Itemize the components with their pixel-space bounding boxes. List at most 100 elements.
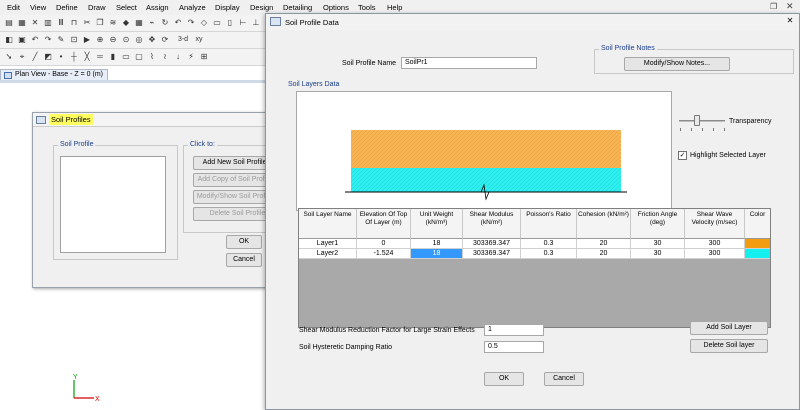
link-icon[interactable]: ⌁ (147, 18, 157, 28)
lock-icon[interactable]: ⊡ (69, 35, 79, 45)
zoom-out-icon[interactable]: ⊖ (108, 35, 118, 45)
ruler-icon[interactable]: ⊥ (251, 18, 261, 28)
cell-layer2-name[interactable]: Layer2 (299, 249, 357, 259)
deselect-icon[interactable]: ▯ (225, 18, 235, 28)
pencil-icon[interactable]: ✎ (56, 35, 66, 45)
measure-icon[interactable]: ⊢ (238, 18, 248, 28)
draw-wall-icon[interactable]: ▮ (108, 52, 118, 62)
cell-layer2-cohesion[interactable]: 20 (577, 249, 631, 259)
draw-area-icon[interactable]: ◩ (43, 52, 53, 62)
bars-icon[interactable]: Ⅲ (56, 18, 66, 28)
zoom-prev-icon[interactable]: ◎ (134, 35, 144, 45)
cancel-button[interactable]: Cancel (226, 253, 262, 267)
transparency-slider-thumb[interactable] (694, 115, 700, 126)
node-icon[interactable]: ◆ (121, 18, 131, 28)
delete-soil-layer-button[interactable]: Delete Soil layer (690, 339, 768, 353)
data-cancel-button[interactable]: Cancel (544, 372, 584, 386)
cell-layer1-poisson[interactable]: 0.3 (521, 239, 577, 249)
menu-tools[interactable]: Tools (358, 3, 376, 12)
close-icon[interactable]: ✕ (30, 18, 40, 28)
open-folder-icon[interactable]: ◧ (4, 35, 14, 45)
menu-display[interactable]: Display (215, 3, 240, 12)
highlight-checkbox[interactable]: ✓ (678, 151, 687, 160)
draw-brace-icon[interactable]: ╳ (82, 52, 92, 62)
add-soil-layer-button[interactable]: Add Soil Layer (690, 321, 768, 335)
cell-layer1-friction[interactable]: 30 (631, 239, 685, 249)
draw-beam-icon[interactable]: ═ (95, 52, 105, 62)
snap-icon[interactable]: ⌖ (17, 52, 27, 62)
cell-layer1-color-swatch[interactable] (745, 239, 770, 249)
menu-analyze[interactable]: Analyze (179, 3, 206, 12)
draw-node-icon[interactable]: • (56, 52, 66, 62)
cell-layer2-friction[interactable]: 30 (631, 249, 685, 259)
dialog-close-icon[interactable]: ✕ (784, 16, 796, 27)
cell-layer2-color-swatch[interactable] (745, 249, 770, 259)
pan-icon[interactable]: ✥ (147, 35, 157, 45)
cell-layer1-cohesion[interactable]: 20 (577, 239, 631, 249)
undo-icon[interactable]: ↶ (30, 35, 40, 45)
soil-profile-list[interactable] (60, 156, 166, 253)
layers-icon[interactable]: ≋ (108, 18, 118, 28)
menu-select[interactable]: Select (116, 3, 137, 12)
damping-ratio-field[interactable]: 0.5 (484, 341, 544, 353)
cell-layer2-velocity[interactable]: 300 (685, 249, 745, 259)
cell-layer2-unit-weight-selected[interactable]: 18 (411, 249, 463, 259)
select-icon[interactable]: ▭ (212, 18, 222, 28)
menu-view[interactable]: View (30, 3, 46, 12)
rotate-icon[interactable]: ↻ (160, 18, 170, 28)
modify-show-notes-button[interactable]: Modify/Show Notes... (624, 57, 730, 71)
grid-icon[interactable]: ▦ (134, 18, 144, 28)
open-icon[interactable]: ▦ (17, 18, 27, 28)
cell-layer1-unit-weight[interactable]: 18 (411, 239, 463, 249)
refresh-icon[interactable]: ⟳ (160, 35, 170, 45)
view-xy-button[interactable]: xy (192, 35, 206, 45)
shear-factor-field[interactable]: 1 (484, 324, 544, 336)
menu-define[interactable]: Define (56, 3, 78, 12)
cell-layer2-shear-modulus[interactable]: 303369.347 (463, 249, 521, 259)
transparency-track[interactable] (679, 120, 725, 122)
menu-help[interactable]: Help (387, 3, 402, 12)
pointer-icon[interactable]: ➘ (4, 52, 14, 62)
run-icon[interactable]: ▶ (82, 35, 92, 45)
draw-link-icon[interactable]: ⌇ (147, 52, 157, 62)
cell-layer1-elevation[interactable]: 0 (357, 239, 411, 249)
cell-layer1-velocity[interactable]: 300 (685, 239, 745, 249)
draw-opening-icon[interactable]: ▢ (134, 52, 144, 62)
cell-layer1-name[interactable]: Layer1 (299, 239, 357, 249)
view-3-d-button[interactable]: 3-d (176, 35, 190, 45)
diamond-icon[interactable]: ◇ (199, 18, 209, 28)
cell-layer2-elevation[interactable]: -1.524 (357, 249, 411, 259)
zoom-window-icon[interactable]: ⊙ (121, 35, 131, 45)
save-icon[interactable]: ▣ (17, 35, 27, 45)
zoom-in-icon[interactable]: ⊕ (95, 35, 105, 45)
menu-assign[interactable]: Assign (146, 3, 169, 12)
redo-icon[interactable]: ↷ (43, 35, 53, 45)
menu-edit[interactable]: Edit (7, 3, 20, 12)
draw-slab-icon[interactable]: ▭ (121, 52, 131, 62)
chart-icon[interactable]: ▥ (43, 18, 53, 28)
undo-icon[interactable]: ↶ (173, 18, 183, 28)
grid-snap-icon[interactable]: ⊞ (199, 52, 209, 62)
data-ok-button[interactable]: OK (484, 372, 524, 386)
cut-icon[interactable]: ✂ (82, 18, 92, 28)
draw-line-icon[interactable]: ╱ (30, 52, 40, 62)
cell-layer1-shear-modulus[interactable]: 303369.347 (463, 239, 521, 249)
draw-spring-icon[interactable]: ≀ (160, 52, 170, 62)
ok-button[interactable]: OK (226, 235, 262, 249)
frame-icon[interactable]: ⊓ (69, 18, 79, 28)
quick-icon[interactable]: ⚡ (186, 52, 196, 62)
copy-icon[interactable]: ❐ (95, 18, 105, 28)
cell-layer2-poisson[interactable]: 0.3 (521, 249, 577, 259)
menu-options[interactable]: Options (323, 3, 349, 12)
menu-detailing[interactable]: Detailing (283, 3, 312, 12)
new-icon[interactable]: ▤ (4, 18, 14, 28)
close-icon[interactable]: ✕ (786, 1, 794, 12)
menu-draw[interactable]: Draw (88, 3, 106, 12)
profile-name-field[interactable]: SoilPr1 (401, 57, 537, 69)
redo-icon[interactable]: ↷ (186, 18, 196, 28)
draw-load-icon[interactable]: ↓ (173, 52, 183, 62)
menu-design[interactable]: Design (250, 3, 273, 12)
draw-frame-icon[interactable]: ┼ (69, 52, 79, 62)
restore-icon[interactable]: ❐ (770, 2, 777, 11)
col-header-color: Color (745, 209, 770, 239)
